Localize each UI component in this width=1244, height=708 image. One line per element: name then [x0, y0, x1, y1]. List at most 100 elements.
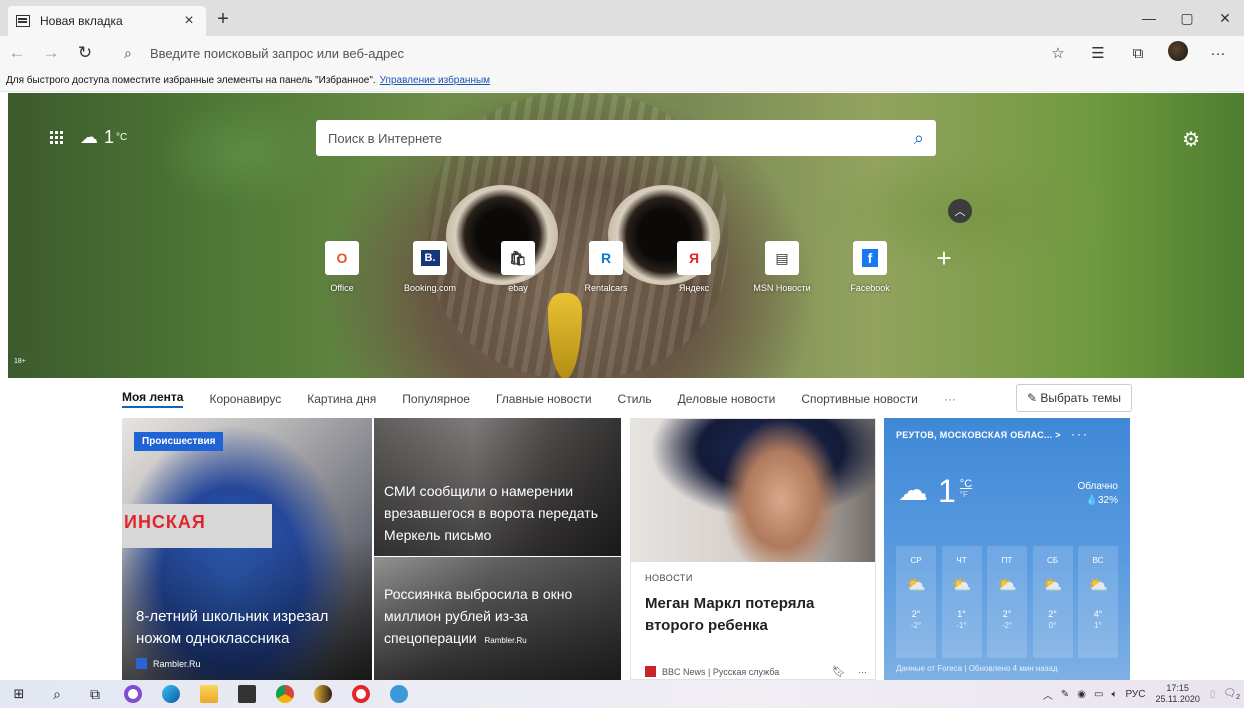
category-tag[interactable]: Происшествия — [134, 432, 224, 451]
web-search-input[interactable]: Поиск в Интернете ⌕ — [316, 120, 936, 156]
add-quick-link-button[interactable]: + — [914, 243, 974, 293]
rentalcars-icon: R — [589, 241, 623, 275]
tab-picture-of-day[interactable]: Картина дня — [307, 392, 376, 406]
hero-left-controls: ☁ 1 °C — [50, 127, 127, 148]
temperature-units[interactable]: °C °F — [960, 478, 972, 499]
quick-link-label: Rentalcars — [584, 283, 628, 293]
forecast-day[interactable]: СБ ⛅ 2° 0° — [1032, 546, 1073, 658]
news-card-meghan[interactable]: НОВОСТИ Меган Маркл потеряла второго реб… — [630, 418, 876, 680]
file-explorer-icon[interactable] — [190, 680, 228, 708]
card-more-button[interactable]: ··· — [858, 667, 867, 677]
forecast-day-name: ВС — [1092, 556, 1104, 565]
battery-icon[interactable]: ▭ — [1094, 689, 1103, 700]
favorites-list-icon[interactable]: ☰ — [1078, 44, 1118, 62]
cortana-icon[interactable] — [114, 680, 152, 708]
booking-icon: B. — [413, 241, 447, 275]
edge-icon[interactable] — [152, 680, 190, 708]
choose-topics-button[interactable]: ✎ Выбрать темы — [1016, 384, 1132, 412]
partly-cloudy-icon: ⛅ — [997, 577, 1017, 594]
quick-links: O Office B. Booking.com 🛍 ebay R Rentalc… — [298, 241, 974, 293]
navigation-bar: ← → ↻ ⌕ Введите поисковый запрос или веб… — [0, 36, 1244, 70]
tab-coronavirus[interactable]: Коронавирус — [209, 392, 281, 406]
forecast-day[interactable]: ВС ⛅ 4° 1° — [1078, 546, 1118, 658]
menu-more-icon[interactable]: ··· — [1198, 45, 1238, 62]
quick-link-ebay[interactable]: 🛍 ebay — [474, 241, 562, 293]
weather-card[interactable]: РЕУТОВ, МОСКОВСКАЯ ОБЛАС... > · · · ☁ 1 … — [884, 418, 1130, 680]
app-icon[interactable] — [304, 680, 342, 708]
booking-glyph: B. — [420, 250, 440, 266]
task-view-icon[interactable]: ⧉ — [76, 680, 114, 708]
profile-button[interactable] — [1158, 41, 1198, 65]
forecast-day[interactable]: ЧТ ⛅ 1° -1° — [941, 546, 982, 658]
quick-link-rentalcars[interactable]: R Rentalcars — [562, 241, 650, 293]
manage-favorites-link[interactable]: Управление избранным — [380, 75, 490, 86]
apps-grid-icon[interactable] — [50, 130, 64, 145]
address-bar[interactable]: ⌕ Введите поисковый запрос или веб-адрес — [124, 40, 1079, 66]
card-headline[interactable]: СМИ сообщили о намерении врезавшегося в … — [384, 480, 616, 546]
card-headline[interactable]: Россиянка выбросила в окно миллион рубле… — [384, 583, 616, 652]
chevron-up-icon[interactable]: ︿ — [1043, 687, 1053, 702]
unit-fahrenheit[interactable]: °F — [960, 490, 972, 499]
forecast-low: -2° — [1001, 621, 1013, 630]
opera-icon[interactable] — [342, 680, 380, 708]
gear-icon[interactable]: ⚙ — [1182, 127, 1200, 152]
show-desktop-icon[interactable]: ▯ — [1210, 689, 1216, 700]
network-icon[interactable]: ◉ — [1077, 689, 1086, 700]
current-weather: ☁ 1 °C °F — [898, 475, 972, 507]
feed-navigation: Моя лента Коронавирус Картина дня Популя… — [122, 384, 1132, 414]
card-headline[interactable]: Меган Маркл потеряла второго ребенка — [645, 593, 867, 637]
news-card-incident[interactable]: ИНСКАЯ Происшествия 8-летний школьник из… — [122, 418, 372, 680]
quick-link-booking[interactable]: B. Booking.com — [386, 241, 474, 293]
hero-temperature[interactable]: 1 — [104, 127, 114, 148]
quick-link-msn-news[interactable]: ▤ MSN Новости — [738, 241, 826, 293]
tab-sports[interactable]: Спортивные новости — [801, 392, 918, 406]
tab-style[interactable]: Стиль — [618, 392, 652, 406]
close-window-button[interactable]: ✕ — [1206, 0, 1244, 36]
pen-icon[interactable]: ✎ — [1061, 689, 1069, 700]
back-button[interactable]: ← — [0, 36, 34, 70]
favorite-star-icon[interactable]: ☆ — [1038, 44, 1078, 62]
new-tab-button[interactable]: + — [210, 8, 236, 32]
weather-more-button[interactable]: · · · — [1072, 430, 1088, 440]
card-headline[interactable]: 8-летний школьник изрезал ножом одноклас… — [136, 606, 362, 650]
chevron-up-icon[interactable]: ︿ — [948, 199, 972, 223]
refresh-button[interactable]: ↻ — [68, 36, 102, 70]
telegram-icon[interactable] — [380, 680, 418, 708]
store-icon[interactable] — [228, 680, 266, 708]
toolbar-actions: ☆ ☰ ⧉ ··· — [1038, 36, 1238, 70]
unit-celsius[interactable]: °C — [960, 478, 972, 490]
forecast-day[interactable]: ПТ ⛅ 2° -2° — [987, 546, 1027, 658]
cloud-icon[interactable]: ☁ — [80, 127, 98, 148]
clock[interactable]: 17:15 25.11.2020 — [1155, 683, 1199, 705]
collections-icon[interactable]: ⧉ — [1118, 45, 1158, 62]
facebook-glyph: f — [861, 249, 879, 267]
quick-link-facebook[interactable]: f Facebook — [826, 241, 914, 293]
facebook-icon: f — [853, 241, 887, 275]
tab-close-button[interactable]: × — [180, 12, 198, 30]
tab-top-news[interactable]: Главные новости — [496, 392, 592, 406]
quick-link-office[interactable]: O Office — [298, 241, 386, 293]
windows-start-icon[interactable]: ⊞ — [0, 680, 38, 708]
favorites-bar: Для быстрого доступа поместите избранные… — [0, 70, 1244, 92]
minimize-button[interactable]: — — [1130, 0, 1168, 36]
quick-link-yandex[interactable]: Я Яндекс — [650, 241, 738, 293]
bookmark-icon[interactable]: 🔖︎ — [832, 665, 846, 678]
feed-more-button[interactable]: ··· — [944, 392, 956, 406]
weather-location[interactable]: РЕУТОВ, МОСКОВСКАЯ ОБЛАС... > · · · — [896, 430, 1087, 440]
restore-button[interactable]: ▢ — [1168, 0, 1206, 36]
volume-icon[interactable]: 🔈︎ — [1111, 689, 1117, 700]
language-indicator[interactable]: РУС — [1125, 689, 1145, 700]
forecast-day[interactable]: СР ⛅ 2° -2° — [896, 546, 936, 658]
news-card-merkel[interactable]: СМИ сообщили о намерении врезавшегося в … — [374, 418, 621, 556]
chrome-icon[interactable] — [266, 680, 304, 708]
news-card-million[interactable]: Россиянка выбросила в окно миллион рубле… — [374, 557, 621, 680]
browser-tab[interactable]: Новая вкладка × — [8, 6, 206, 36]
tab-popular[interactable]: Популярное — [402, 392, 470, 406]
weather-footer[interactable]: Данные от Foreca | Обновлено 4 мин назад — [896, 664, 1058, 673]
search-icon[interactable]: ⌕ — [38, 680, 76, 708]
forward-button[interactable]: → — [34, 36, 68, 70]
notification-center-icon[interactable]: 🗨︎2 — [1223, 688, 1240, 701]
search-icon[interactable]: ⌕ — [914, 128, 924, 149]
tab-business[interactable]: Деловые новости — [678, 392, 776, 406]
tab-my-feed[interactable]: Моя лента — [122, 390, 184, 408]
